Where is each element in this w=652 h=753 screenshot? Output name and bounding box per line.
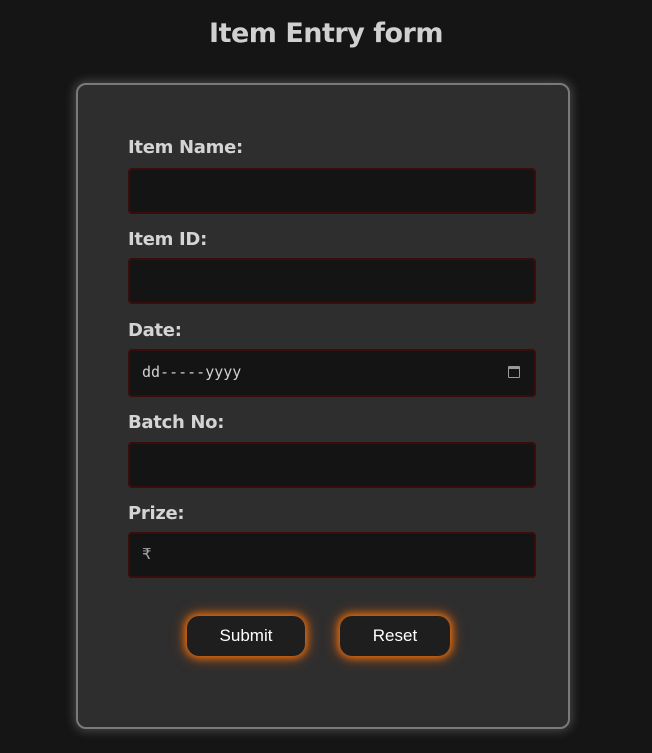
item-id-label: Item ID: [128, 229, 207, 250]
item-entry-form: Item Name: Item ID: Date: dd-----yyyy Ba… [76, 83, 570, 729]
prize-label: Prize: [128, 503, 185, 524]
rupee-prefix: ₹ [142, 545, 152, 563]
date-input[interactable]: dd-----yyyy [128, 349, 536, 397]
calendar-icon[interactable] [508, 366, 520, 378]
page-title: Item Entry form [209, 18, 443, 49]
date-placeholder: dd-----yyyy [142, 363, 242, 381]
prize-input[interactable]: ₹ [128, 532, 536, 578]
submit-button[interactable]: Submit [187, 616, 305, 656]
item-name-label: Item Name: [128, 137, 243, 158]
item-name-input[interactable] [128, 168, 536, 214]
date-label: Date: [128, 320, 182, 341]
reset-button[interactable]: Reset [340, 616, 450, 656]
batch-no-input[interactable] [128, 442, 536, 488]
item-id-input[interactable] [128, 258, 536, 304]
batch-no-label: Batch No: [128, 412, 225, 433]
